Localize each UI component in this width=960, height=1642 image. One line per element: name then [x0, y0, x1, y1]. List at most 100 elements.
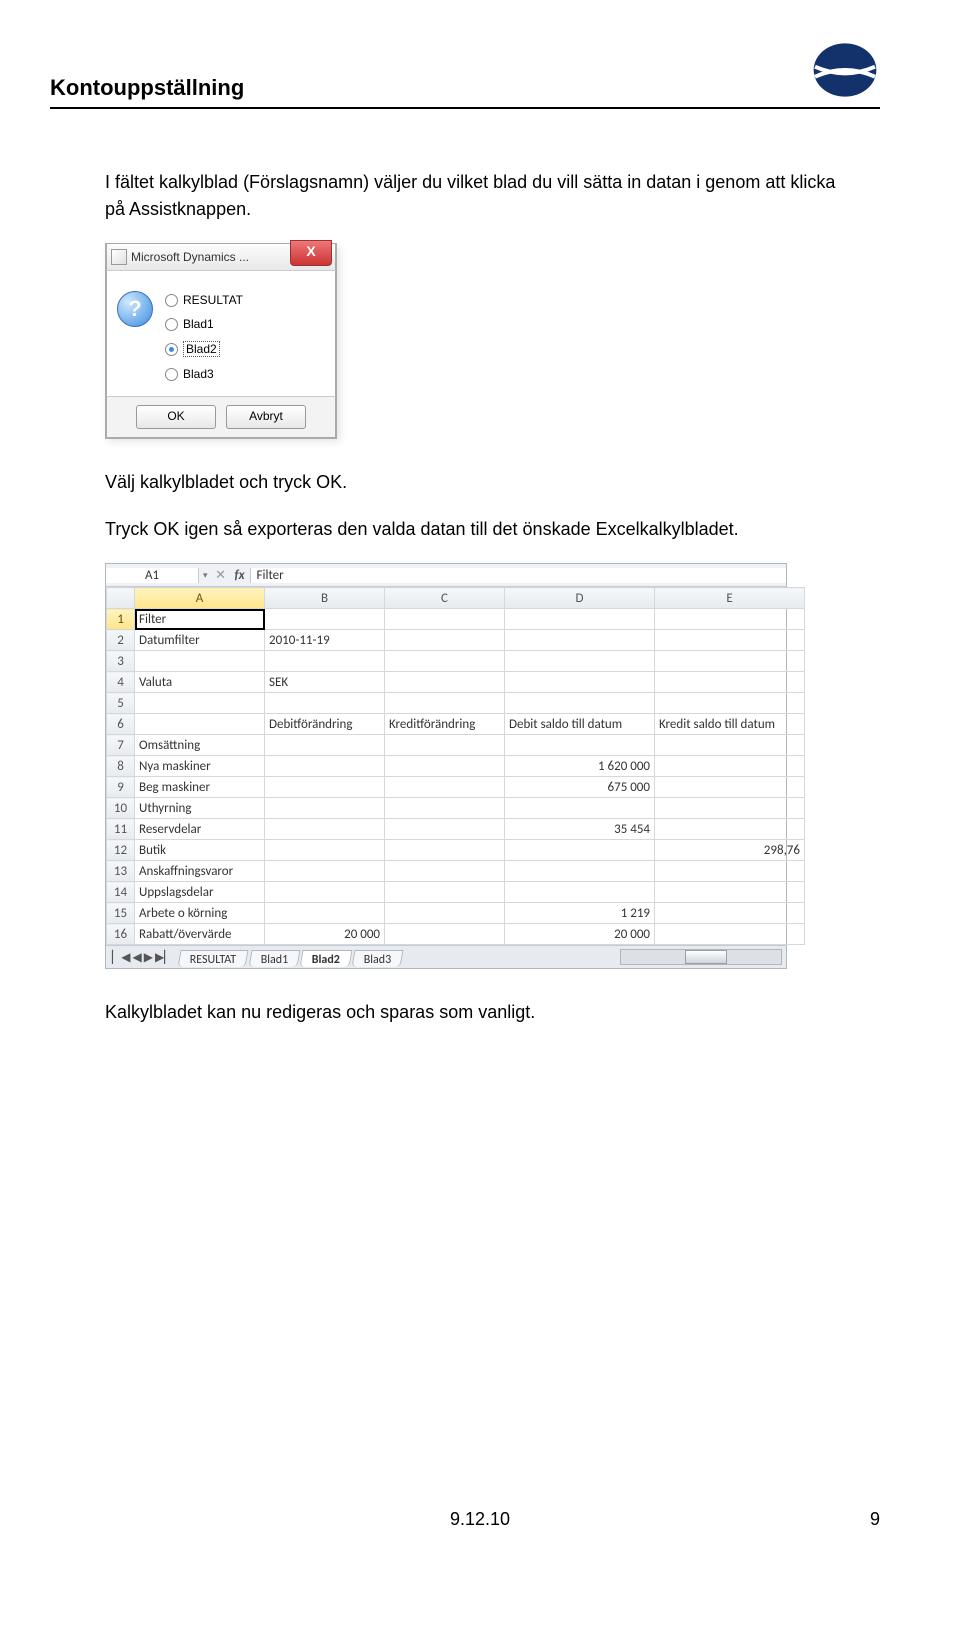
cell[interactable]: Filter — [135, 609, 265, 630]
cell[interactable] — [505, 882, 655, 903]
cell[interactable] — [655, 735, 805, 756]
cell[interactable] — [385, 903, 505, 924]
cell[interactable]: 675 000 — [505, 777, 655, 798]
horizontal-scrollbar[interactable] — [620, 949, 782, 965]
worksheet-grid[interactable]: ABCDE 1Filter2Datumfilter2010-11-1934Val… — [106, 587, 805, 945]
radio-option[interactable]: Blad2 — [165, 341, 243, 357]
cell[interactable] — [265, 798, 385, 819]
cell[interactable]: Kreditförändring — [385, 714, 505, 735]
cell[interactable] — [655, 798, 805, 819]
cell[interactable] — [655, 756, 805, 777]
table-row[interactable]: 12Butik298,76 — [107, 840, 805, 861]
radio-option[interactable]: Blad1 — [165, 317, 243, 331]
sheet-tab[interactable]: Blad2 — [300, 950, 353, 967]
column-header[interactable]: D — [505, 588, 655, 609]
row-header[interactable]: 10 — [107, 798, 135, 819]
cell[interactable] — [265, 693, 385, 714]
row-header[interactable]: 14 — [107, 882, 135, 903]
cell[interactable]: 20 000 — [265, 924, 385, 945]
cell[interactable]: SEK — [265, 672, 385, 693]
cell[interactable]: Butik — [135, 840, 265, 861]
row-header[interactable]: 8 — [107, 756, 135, 777]
cell[interactable] — [655, 777, 805, 798]
cell[interactable]: Debitförändring — [265, 714, 385, 735]
close-button[interactable]: X — [290, 240, 332, 266]
cell[interactable] — [655, 609, 805, 630]
cell[interactable] — [385, 777, 505, 798]
row-header[interactable]: 1 — [107, 609, 135, 630]
cell[interactable] — [265, 651, 385, 672]
table-row[interactable]: 3 — [107, 651, 805, 672]
fx-icon[interactable]: fx — [230, 568, 250, 583]
cell[interactable]: Arbete o körning — [135, 903, 265, 924]
cell[interactable] — [655, 882, 805, 903]
tab-last-icon[interactable]: ▶▏ — [155, 950, 173, 965]
table-row[interactable]: 11Reservdelar35 454 — [107, 819, 805, 840]
cell[interactable] — [385, 819, 505, 840]
radio-icon[interactable] — [165, 368, 178, 381]
sheet-tab[interactable]: Blad3 — [352, 950, 404, 967]
cell[interactable] — [505, 798, 655, 819]
sheet-tab-nav[interactable]: ▏◀ ◀ ▶ ▶▏ — [106, 950, 179, 965]
radio-icon[interactable] — [165, 294, 178, 307]
sheet-tab[interactable]: Blad1 — [248, 950, 300, 967]
table-row[interactable]: 1Filter — [107, 609, 805, 630]
table-row[interactable]: 7Omsättning — [107, 735, 805, 756]
table-row[interactable]: 2Datumfilter2010-11-19 — [107, 630, 805, 651]
cell[interactable]: 20 000 — [505, 924, 655, 945]
cell[interactable] — [385, 651, 505, 672]
cell[interactable] — [655, 630, 805, 651]
table-row[interactable]: 5 — [107, 693, 805, 714]
cell[interactable] — [265, 609, 385, 630]
row-header[interactable]: 13 — [107, 861, 135, 882]
cell[interactable] — [505, 630, 655, 651]
radio-option[interactable]: Blad3 — [165, 367, 243, 381]
cell[interactable] — [265, 903, 385, 924]
row-header[interactable]: 11 — [107, 819, 135, 840]
cell[interactable] — [385, 756, 505, 777]
cell[interactable] — [135, 651, 265, 672]
cell[interactable] — [655, 903, 805, 924]
row-header[interactable]: 6 — [107, 714, 135, 735]
cell[interactable]: Beg maskiner — [135, 777, 265, 798]
column-header[interactable]: E — [655, 588, 805, 609]
cell[interactable]: 35 454 — [505, 819, 655, 840]
tab-first-icon[interactable]: ▏◀ — [112, 950, 130, 965]
cell[interactable] — [655, 693, 805, 714]
row-header[interactable]: 2 — [107, 630, 135, 651]
table-row[interactable]: 10Uthyrning — [107, 798, 805, 819]
cell[interactable]: 298,76 — [655, 840, 805, 861]
column-header[interactable]: C — [385, 588, 505, 609]
cell[interactable] — [505, 735, 655, 756]
row-header[interactable]: 15 — [107, 903, 135, 924]
cell[interactable] — [655, 651, 805, 672]
radio-icon[interactable] — [165, 318, 178, 331]
cell[interactable] — [385, 882, 505, 903]
cell[interactable] — [655, 672, 805, 693]
cell[interactable] — [385, 840, 505, 861]
cell[interactable] — [135, 693, 265, 714]
row-header[interactable]: 7 — [107, 735, 135, 756]
column-header[interactable]: A — [135, 588, 265, 609]
cell[interactable] — [385, 609, 505, 630]
table-row[interactable]: 9Beg maskiner675 000 — [107, 777, 805, 798]
cell[interactable] — [385, 630, 505, 651]
cell[interactable] — [265, 756, 385, 777]
cell[interactable]: 1 219 — [505, 903, 655, 924]
table-row[interactable]: 15Arbete o körning 1 219 — [107, 903, 805, 924]
dialog-titlebar[interactable]: Microsoft Dynamics ... X — [106, 243, 336, 271]
cell[interactable] — [265, 735, 385, 756]
name-box[interactable]: A1 — [106, 568, 199, 583]
tab-next-icon[interactable]: ▶ — [144, 950, 153, 965]
cell[interactable] — [505, 861, 655, 882]
cell[interactable]: Anskaffningsvaror — [135, 861, 265, 882]
cell[interactable]: Kredit saldo till datum — [655, 714, 805, 735]
radio-icon[interactable] — [165, 343, 178, 356]
namebox-dropdown-icon[interactable]: ▾ — [199, 570, 212, 581]
table-row[interactable]: 13Anskaffningsvaror — [107, 861, 805, 882]
cell[interactable] — [265, 882, 385, 903]
ok-button[interactable]: OK — [136, 405, 216, 429]
tab-prev-icon[interactable]: ◀ — [132, 950, 141, 965]
cell[interactable]: Rabatt/övervärde — [135, 924, 265, 945]
formula-bar[interactable]: Filter — [250, 568, 786, 583]
